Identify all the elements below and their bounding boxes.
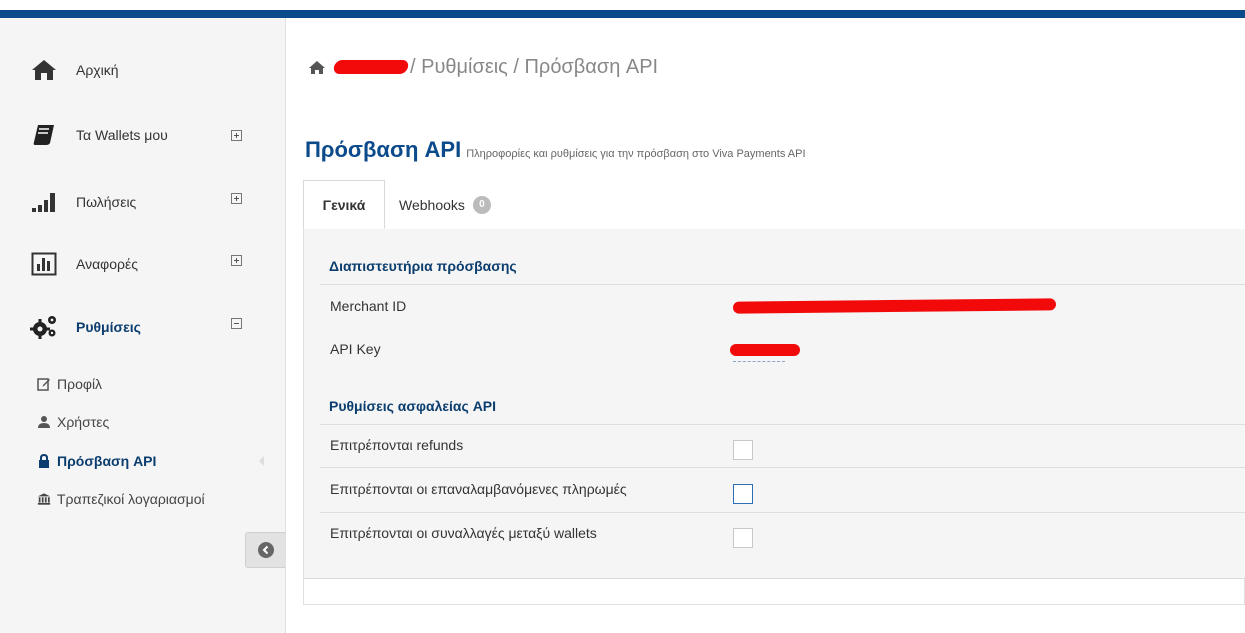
edit-icon (37, 377, 51, 391)
sidebar-subitem-bank-accounts[interactable]: Τραπεζικοί λογαριασμοί (37, 489, 205, 509)
signal-bars-icon (30, 189, 58, 215)
active-indicator-caret (259, 456, 264, 466)
home-icon (30, 57, 58, 83)
redacted-merchant-name (332, 60, 410, 74)
sidebar-item-sales[interactable]: Πωλήσεις (30, 187, 136, 217)
allow-recurring-payments-checkbox[interactable] (733, 484, 753, 504)
allow-refunds-checkbox[interactable] (733, 440, 753, 460)
credentials-heading: Διαπιστευτήρια πρόσβασης (329, 258, 517, 274)
expand-wallets-toggle[interactable] (231, 130, 242, 141)
sidebar-subitem-label: Προφίλ (57, 376, 103, 392)
api-key-label: API Key (330, 341, 381, 357)
bank-icon (37, 492, 51, 506)
sidebar-item-label: Ρυθμίσεις (76, 319, 141, 335)
expand-sales-toggle[interactable] (231, 193, 242, 204)
collapse-settings-toggle[interactable] (231, 318, 242, 329)
top-bar (0, 0, 1245, 18)
tab-bar: Γενικά Webhooks 0 (303, 180, 1245, 230)
bar-chart-icon (30, 251, 58, 277)
webhooks-count-badge: 0 (472, 195, 491, 214)
sidebar-item-label: Αναφορές (76, 256, 138, 272)
sidebar-item-label: Τα Wallets μου (76, 127, 168, 143)
sidebar-subitem-label: Τραπεζικοί λογαριασμοί (57, 491, 205, 507)
breadcrumb: / Ρυθμίσεις / Πρόσβαση API (308, 54, 658, 80)
api-key-reveal-link[interactable] (733, 361, 785, 362)
page-title: Πρόσβαση API (305, 137, 462, 162)
sidebar-item-settings[interactable]: Ρυθμίσεις (30, 312, 141, 342)
sidebar-item-label: Αρχική (76, 62, 119, 78)
tab-webhooks[interactable]: Webhooks 0 (399, 180, 491, 229)
merchant-id-label: Merchant ID (330, 298, 407, 314)
page-subtitle: Πληροφορίες και ρυθμίσεις για την πρόσβα… (466, 148, 806, 160)
lock-icon (37, 454, 51, 468)
book-icon (30, 122, 58, 148)
sidebar-subitem-users[interactable]: Χρήστες (37, 412, 109, 432)
divider (320, 284, 1245, 285)
tab-general[interactable]: Γενικά (303, 180, 385, 229)
chevron-left-icon (257, 542, 274, 558)
security-heading: Ρυθμίσεις ασφαλείας API (329, 398, 497, 414)
sidebar-subitem-api-access[interactable]: Πρόσβαση API (37, 451, 156, 471)
sidebar-subitem-label: Χρήστες (57, 414, 110, 430)
sidebar-item-label: Πωλήσεις (76, 194, 137, 210)
sidebar-item-home[interactable]: Αρχική (30, 55, 119, 85)
sidebar-subitem-profile[interactable]: Προφίλ (37, 374, 102, 394)
breadcrumb-path: / Ρυθμίσεις / Πρόσβαση API (410, 55, 659, 78)
home-icon[interactable] (308, 60, 326, 75)
sidebar-item-wallets[interactable]: Τα Wallets μου (30, 120, 168, 150)
divider (320, 512, 1245, 513)
allow-wallet-transfers-checkbox[interactable] (733, 528, 753, 548)
sidebar-item-reports[interactable]: Αναφορές (30, 249, 138, 279)
tab-label: Webhooks (399, 196, 465, 213)
gears-icon (30, 314, 58, 340)
tab-label: Γενικά (322, 196, 366, 213)
expand-reports-toggle[interactable] (231, 255, 242, 266)
allow-recurring-payments-label: Επιτρέπονται οι επαναλαμβανόμενες πληρωμ… (330, 481, 627, 497)
divider (320, 467, 1245, 468)
collapse-sidebar-button[interactable] (245, 532, 285, 568)
redacted-api-key-value (730, 344, 800, 356)
brand-stripe (0, 10, 1245, 18)
divider (320, 424, 1245, 425)
sidebar-subitem-label: Πρόσβαση API (57, 453, 157, 469)
allow-refunds-label: Επιτρέπονται refunds (330, 437, 464, 453)
page-header: Πρόσβαση API Πληροφορίες και ρυθμίσεις γ… (305, 137, 806, 163)
allow-wallet-transfers-label: Επιτρέπονται οι συναλλαγές μεταξύ wallet… (330, 525, 597, 541)
user-icon (37, 415, 51, 429)
